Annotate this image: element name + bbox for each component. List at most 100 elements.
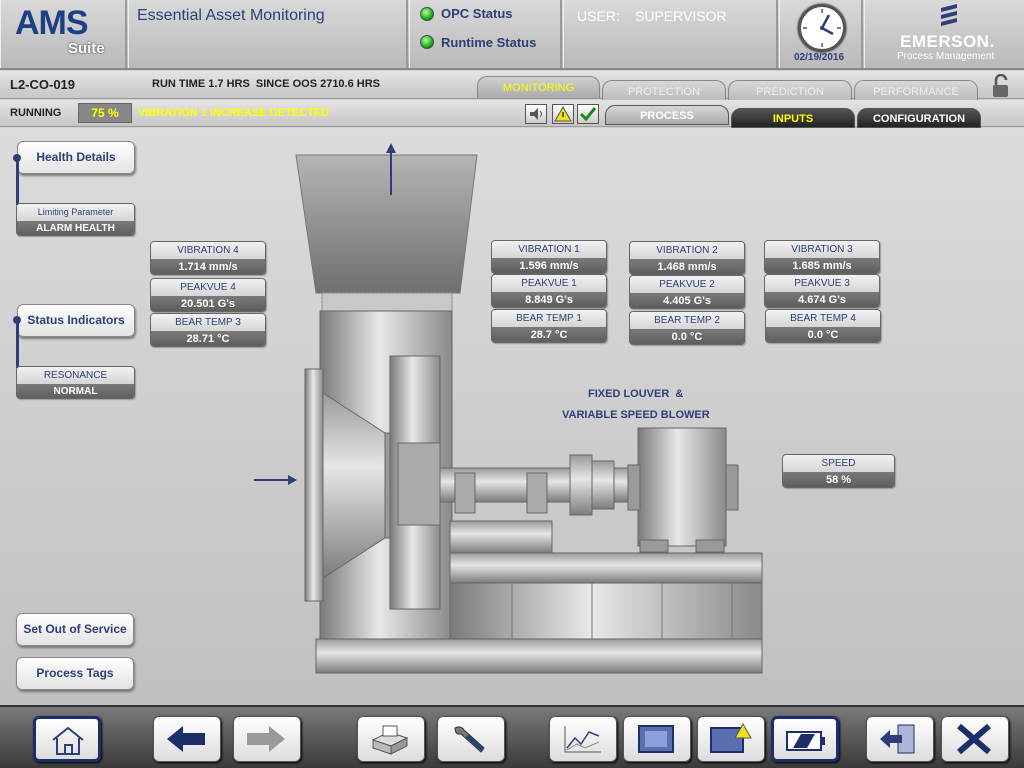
app-title: Essential Asset Monitoring xyxy=(137,7,325,24)
runtime-status-label: Runtime Status xyxy=(441,35,537,50)
acknowledge-button[interactable] xyxy=(577,104,599,124)
bottom-toolbar xyxy=(0,705,1024,768)
sensor-label: VIBRATION 3 xyxy=(765,241,879,258)
resonance-box: RESONANCE NORMAL xyxy=(16,366,135,399)
sensor-value: 28.71 °C xyxy=(151,331,265,346)
sensor-label: BEAR TEMP 4 xyxy=(766,310,880,327)
tab-prediction[interactable]: PREDICTION xyxy=(728,80,852,102)
speed-box: SPEED 58 % xyxy=(782,454,895,488)
vibration-3-box: VIBRATION 3 1.685 mm/s xyxy=(764,240,880,274)
connector-line xyxy=(16,320,19,368)
logout-icon xyxy=(880,724,915,754)
trend-chart-icon xyxy=(564,726,601,753)
running-state: RUNNING xyxy=(10,107,62,119)
home-button[interactable] xyxy=(33,716,101,762)
user-label: USER: xyxy=(577,8,620,24)
clock-cell: 02/19/2016 xyxy=(779,0,863,68)
brand-tagline: Process Management xyxy=(897,51,995,62)
alarm-display-button[interactable] xyxy=(697,716,765,762)
limiting-parameter-value: ALARM HEALTH xyxy=(17,221,134,235)
app-title-cell: Essential Asset Monitoring xyxy=(128,0,408,68)
set-out-of-service-button[interactable]: Set Out of Service xyxy=(16,613,134,646)
display-icon xyxy=(638,725,674,753)
opc-status-label: OPC Status xyxy=(441,6,513,21)
tab-configuration[interactable]: CONFIGURATION xyxy=(857,108,981,128)
status-cell: OPC Status Runtime Status xyxy=(409,0,562,68)
back-button[interactable] xyxy=(153,716,221,762)
warning-icon xyxy=(554,105,572,122)
brand-name: EMERSON. xyxy=(900,32,995,51)
forward-button[interactable] xyxy=(233,716,301,762)
wrench-icon xyxy=(454,726,485,753)
close-icon xyxy=(957,723,991,755)
alarm-display-icon xyxy=(710,722,752,753)
sensor-label: PEAKVUE 3 xyxy=(765,275,879,292)
close-button[interactable] xyxy=(941,716,1009,762)
sensor-value: 1.685 mm/s xyxy=(765,258,879,273)
home-icon xyxy=(52,726,84,755)
limiting-parameter-box: Limiting Parameter ALARM HEALTH xyxy=(16,203,135,236)
print-button[interactable] xyxy=(357,716,425,762)
health-details-button[interactable]: Health Details xyxy=(17,141,135,174)
tab-protection[interactable]: PROTECTION xyxy=(602,80,726,102)
runtime-text: RUN TIME 1.7 HRS SINCE OOS 2710.6 HRS xyxy=(152,78,381,90)
tab-monitoring[interactable]: MONITORING xyxy=(477,76,600,98)
clock-icon xyxy=(798,4,846,52)
speaker-icon xyxy=(530,108,542,120)
sensor-label: BEAR TEMP 3 xyxy=(151,314,265,331)
date-display: 02/19/2016 xyxy=(794,52,845,63)
sensor-label: PEAKVUE 4 xyxy=(151,279,265,296)
user-name: SUPERVISOR xyxy=(635,8,727,24)
ams-suite-logo: AMS Suite xyxy=(0,0,127,68)
display-button[interactable] xyxy=(623,716,691,762)
sensor-label: SPEED xyxy=(783,455,894,472)
trend-button[interactable] xyxy=(549,716,617,762)
blower-diagram xyxy=(254,143,763,674)
battery-icon xyxy=(786,731,825,751)
asset-info-bar: L2-CO-019 RUN TIME 1.7 HRS SINCE OOS 271… xyxy=(0,71,1024,102)
run-percent-badge: 75 % xyxy=(78,103,132,123)
tab-inputs[interactable]: INPUTS xyxy=(731,108,855,128)
opc-status-led-icon xyxy=(420,7,434,21)
logout-button[interactable] xyxy=(866,716,934,762)
asset-id: L2-CO-019 xyxy=(10,77,76,92)
emerson-mark-icon xyxy=(941,4,957,26)
status-indicators-button[interactable]: Status Indicators xyxy=(17,304,135,337)
vibration-4-box: VIBRATION 4 1.714 mm/s xyxy=(150,241,266,275)
checkmark-icon xyxy=(579,107,597,122)
lock-icon[interactable] xyxy=(990,74,1012,98)
header-bar: AMS Suite Essential Asset Monitoring OPC… xyxy=(0,0,1024,70)
alert-message: VIBRATION 1 INCREASE DETECTED xyxy=(138,107,330,119)
process-view: Health Details Limiting Parameter ALARM … xyxy=(0,128,1024,705)
runtime-status-led-icon xyxy=(420,35,434,49)
bear-temp-3-box: BEAR TEMP 3 28.71 °C xyxy=(150,313,266,347)
tab-process[interactable]: PROCESS xyxy=(605,105,729,125)
connector-line xyxy=(16,157,19,205)
sensor-value: 1.714 mm/s xyxy=(151,259,265,274)
logo-subtext: Suite xyxy=(68,40,105,57)
warning-button[interactable] xyxy=(552,104,574,124)
sensor-value: 58 % xyxy=(783,472,894,487)
status-bar: RUNNING 75 % VIBRATION 1 INCREASE DETECT… xyxy=(0,100,1024,128)
sensor-value: 20.501 G's xyxy=(151,296,265,311)
connector-dot xyxy=(13,154,21,162)
peakvue-4-box: PEAKVUE 4 20.501 G's xyxy=(150,278,266,312)
sensor-label: VIBRATION 4 xyxy=(151,242,265,259)
resonance-label: RESONANCE xyxy=(17,367,134,384)
logo-text: AMS xyxy=(15,4,89,42)
sensor-value: 4.674 G's xyxy=(765,292,879,307)
forward-arrow-icon xyxy=(247,726,285,752)
limiting-parameter-label: Limiting Parameter xyxy=(17,204,134,221)
peakvue-3-box: PEAKVUE 3 4.674 G's xyxy=(764,274,880,308)
print-icon xyxy=(371,725,409,755)
resonance-value: NORMAL xyxy=(17,384,134,398)
sensor-value: 0.0 °C xyxy=(766,327,880,342)
sound-button[interactable] xyxy=(525,104,547,124)
user-cell: USER: SUPERVISOR xyxy=(563,0,778,68)
process-tags-button[interactable]: Process Tags xyxy=(16,657,134,690)
connector-dot xyxy=(13,316,21,324)
emerson-logo: EMERSON. Process Management xyxy=(864,0,1024,68)
battery-button[interactable] xyxy=(771,716,839,762)
tab-performance[interactable]: PERFORMANCE xyxy=(854,80,978,102)
tools-button[interactable] xyxy=(437,716,505,762)
